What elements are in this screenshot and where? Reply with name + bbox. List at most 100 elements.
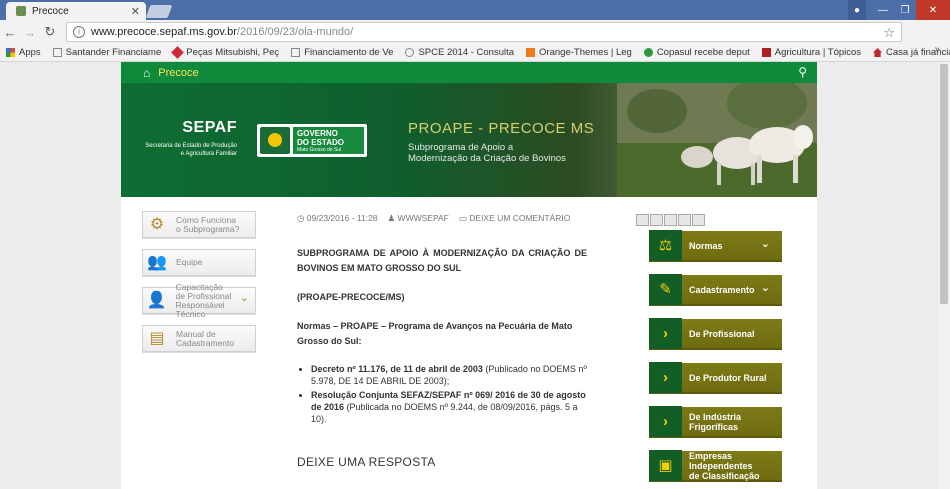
- nav-title-link[interactable]: Precoce: [158, 67, 198, 79]
- post-date[interactable]: ◷ 09/23/2016 - 11:28: [297, 213, 378, 224]
- bookmark-item[interactable]: Orange-Themes | Leg: [526, 47, 632, 58]
- clock-icon: ◷: [297, 213, 305, 223]
- clipboard-icon: ✎: [649, 274, 682, 305]
- proape-subtitle-2: Modernização da Criação de Bovinos: [408, 153, 566, 164]
- sidebar-item-equipe[interactable]: 👥 Equipe: [142, 249, 256, 276]
- bookmark-label: SPCE 2014 - Consulta: [418, 47, 515, 58]
- site-container: ⌂ Precoce ⚲ SEPAF Secretaria de Estado d…: [121, 62, 817, 489]
- post-acronym: (PROAPE-PRECOCE/MS): [297, 292, 405, 302]
- minimize-button[interactable]: —: [872, 0, 894, 20]
- norm-detail: (Publicada no DOEMS nº 9.244, de 08/09/2…: [311, 402, 578, 424]
- comment-icon: ▭: [458, 213, 467, 223]
- bookmark-label: Agricultura | Tópicos: [774, 47, 862, 58]
- sidebar-item-label: Equipe: [176, 257, 203, 267]
- list-item: Resolução Conjunta SEFAZ/SEPAF nº 069/ 2…: [311, 389, 587, 425]
- chevron-down-icon: ⌄: [239, 292, 249, 304]
- norms-list: Decreto nº 11.176, de 11 de abril de 200…: [311, 363, 587, 425]
- menu-label: Cadastramento: [689, 284, 755, 295]
- page-icon: [291, 48, 301, 57]
- proape-title-block: PROAPE - PRECOCE MS Subprograma de Apoio…: [408, 120, 594, 164]
- broken-image-icon[interactable]: [678, 214, 691, 226]
- menu-de-industria[interactable]: › De Indústria Frigoríficas: [649, 406, 782, 438]
- browser-tab[interactable]: Precoce ✕: [6, 2, 146, 20]
- gear-icon: ⚙: [149, 216, 165, 233]
- tab-title: Precoce: [32, 5, 69, 17]
- page-viewport: ⌂ Precoce ⚲ SEPAF Secretaria de Estado d…: [0, 62, 938, 489]
- menu-de-produtor-rural[interactable]: › De Produtor Rural: [649, 362, 782, 394]
- bookmark-label: Santander Financiame: [65, 47, 162, 58]
- globe-icon: [405, 48, 415, 57]
- sepaf-subtitle-2: e Agricultura Familiar: [180, 151, 237, 157]
- broken-image-icon[interactable]: [692, 214, 705, 226]
- norm-link[interactable]: Decreto nº 11.176, de 11 de abril de 200…: [311, 364, 483, 374]
- new-tab-button[interactable]: [145, 5, 173, 18]
- reload-button[interactable]: ↻: [40, 24, 60, 40]
- forward-button[interactable]: →: [20, 25, 40, 40]
- address-bar[interactable]: i www.precoce.sepaf.ms.gov.br/2016/09/23…: [66, 22, 902, 42]
- scrollbar-thumb[interactable]: [940, 64, 948, 304]
- sepaf-subtitle-1: Secretaria de Estado de Produção: [145, 143, 237, 149]
- menu-empresas-independentes[interactable]: ▣ Empresas Independentes de Classificação: [649, 450, 782, 482]
- bookmark-item[interactable]: Peças Mitsubishi, Peç: [171, 46, 280, 59]
- menu-cadastramento[interactable]: ✎ Cadastramento ⌄: [649, 274, 782, 306]
- copasul-icon: [643, 48, 653, 57]
- sidebar-item-capacitacao[interactable]: 👤 Capacitação de Profissional Responsável …: [142, 282, 256, 318]
- chevron-right-icon: ›: [649, 362, 682, 393]
- post-meta: ◷ 09/23/2016 - 11:28 ♟ WWWSEPAF ▭ DEIXE …: [297, 213, 587, 224]
- bookmark-item[interactable]: Apps: [6, 47, 41, 58]
- bookmark-item[interactable]: Agricultura | Tópicos: [761, 47, 862, 58]
- bookmark-label: Peças Mitsubishi, Peç: [186, 47, 280, 58]
- bookmark-label: Apps: [19, 47, 41, 58]
- bookmark-label: Copasul recebe deput: [656, 47, 750, 58]
- author-icon: ♟: [387, 213, 396, 223]
- home-icon[interactable]: ⌂: [143, 66, 150, 80]
- sidebar-item-como-funciona[interactable]: ⚙ Como Funciona o Subprograma?: [142, 211, 256, 238]
- close-window-button[interactable]: ✕: [916, 0, 950, 20]
- menu-label: Empresas Independentes de Classificação: [689, 450, 760, 481]
- bookmark-item[interactable]: Copasul recebe deput: [643, 47, 750, 58]
- restore-button[interactable]: ❐: [894, 0, 916, 20]
- menu-de-profissional[interactable]: › De Profissional: [649, 318, 782, 350]
- menu-label: De Profissional: [689, 328, 755, 339]
- back-button[interactable]: ←: [0, 25, 20, 40]
- post-heading: SUBPROGRAMA DE APOIO À MODERNIZAÇÃO DA C…: [297, 248, 587, 273]
- menu-normas[interactable]: ⚖ Normas ⌄: [649, 230, 782, 262]
- mitsubishi-icon: [171, 46, 185, 59]
- url-host: www.precoce.sepaf.ms.gov.br: [91, 26, 237, 38]
- page-scrollbar[interactable]: [938, 62, 950, 489]
- window-controls: ● — ❐ ✕: [848, 0, 950, 20]
- tab-favicon-icon: [16, 6, 26, 16]
- proape-title: PROAPE - PRECOCE MS: [408, 120, 595, 137]
- tab-close-icon[interactable]: ✕: [131, 5, 140, 18]
- site-info-icon[interactable]: i: [73, 26, 85, 38]
- search-icon[interactable]: ⚲: [798, 65, 807, 79]
- bookmark-label: Orange-Themes | Leg: [539, 47, 632, 58]
- broken-image-icon[interactable]: [664, 214, 677, 226]
- comment-link[interactable]: ▭ DEIXE UM COMENTÁRIO: [459, 213, 570, 224]
- norms-intro: Normas – PROAPE – Programa de Avanços na…: [297, 321, 573, 346]
- broken-image-row: [636, 214, 705, 226]
- bookmark-item[interactable]: Santander Financiame: [52, 47, 162, 58]
- broken-image-icon[interactable]: [650, 214, 663, 226]
- house-icon: [873, 48, 883, 57]
- chevron-down-icon: ⌄: [760, 238, 770, 250]
- orange-themes-icon: [526, 48, 536, 57]
- post-author[interactable]: ♟ WWWSEPAF: [388, 213, 449, 224]
- proape-subtitle-1: Subprograma de Apoio a: [408, 142, 514, 153]
- cattle-photo: [617, 83, 817, 197]
- bookmark-star-icon[interactable]: ☆: [883, 25, 895, 41]
- broken-image-icon[interactable]: [636, 214, 649, 226]
- governo-logo: GOVERNO DO ESTADO Mato Grosso do Sul: [257, 124, 367, 157]
- gov-line-3: Mato Grosso do Sul: [297, 147, 342, 153]
- page-icon: [52, 48, 62, 57]
- sidebar-item-manual[interactable]: ▤ Manual de Cadastramento: [142, 325, 256, 352]
- chevron-right-icon: ›: [649, 406, 682, 437]
- briefcase-icon: ▣: [649, 450, 682, 481]
- profile-icon[interactable]: ●: [848, 0, 866, 20]
- menu-label: Normas: [689, 240, 723, 251]
- team-icon: 👥: [147, 254, 167, 271]
- bookmarks-overflow-button[interactable]: »: [934, 44, 940, 55]
- bookmark-item[interactable]: SPCE 2014 - Consulta: [405, 47, 514, 58]
- bookmark-item[interactable]: Financiamento de Ve: [291, 47, 393, 58]
- agricultura-icon: [761, 48, 771, 57]
